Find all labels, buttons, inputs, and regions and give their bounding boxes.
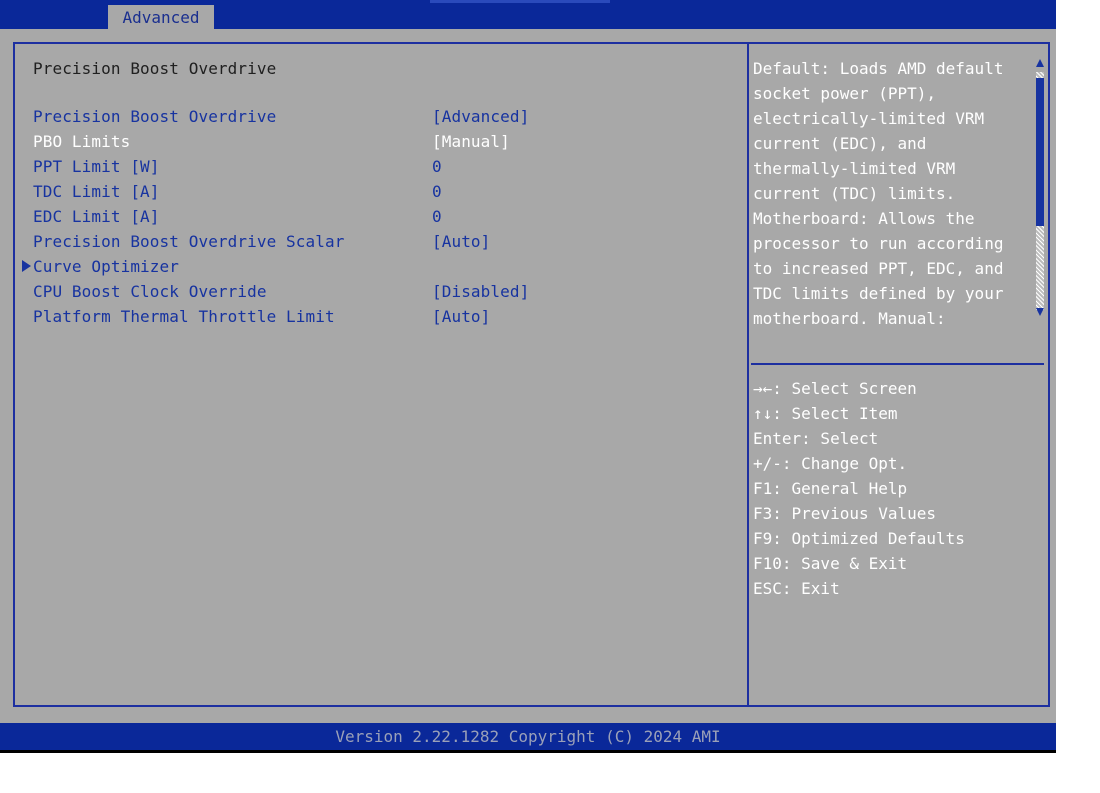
help-line: socket power (PPT), (753, 84, 937, 103)
help-line: TDC limits defined by your (753, 284, 1004, 303)
setting-label-thermal-throttle[interactable]: Platform Thermal Throttle Limit (33, 307, 335, 327)
setting-value-pbo[interactable]: [Advanced] (432, 107, 529, 127)
help-line: to increased PPT, EDC, and (753, 259, 1004, 278)
key-help-line: F10: Save & Exit (753, 554, 908, 573)
key-help-line: F3: Previous Values (753, 504, 937, 523)
setting-value-edc-limit[interactable]: 0 (432, 207, 442, 227)
setting-value-thermal-throttle[interactable]: [Auto] (432, 307, 490, 327)
setting-label-ppt-limit[interactable]: PPT Limit [W] (33, 157, 160, 177)
setting-value-cpu-boost-clock[interactable]: [Disabled] (432, 282, 529, 302)
setting-label-tdc-limit[interactable]: TDC Limit [A] (33, 182, 160, 202)
footer-version-text: Version 2.22.1282 Copyright (C) 2024 AMI (335, 727, 721, 746)
setting-value-pbo-scalar[interactable]: [Auto] (432, 232, 490, 252)
key-help-line: Enter: Select (753, 429, 879, 448)
top-title-stub (430, 0, 610, 3)
setting-label-cpu-boost-clock[interactable]: CPU Boost Clock Override (33, 282, 267, 302)
setting-label-edc-limit[interactable]: EDC Limit [A] (33, 207, 160, 227)
setting-value-ppt-limit[interactable]: 0 (432, 157, 442, 177)
key-help-line: →←: Select Screen (753, 379, 917, 398)
scroll-up-arrow-icon[interactable] (1036, 59, 1044, 67)
key-help-line: ESC: Exit (753, 579, 840, 598)
setting-value-tdc-limit[interactable]: 0 (432, 182, 442, 202)
scrollbar-thumb[interactable] (1036, 78, 1044, 226)
setting-label-pbo[interactable]: Precision Boost Overdrive (33, 107, 276, 127)
help-line: Default: Loads AMD default (753, 59, 1004, 78)
help-line: current (TDC) limits. (753, 184, 956, 203)
help-line: thermally-limited VRM (753, 159, 956, 178)
key-help-line: +/-: Change Opt. (753, 454, 908, 473)
help-separator (751, 363, 1044, 365)
bios-screen: Advanced Precision Boost Overdrive Preci… (0, 0, 1056, 753)
panel-divider (747, 42, 749, 707)
help-line: Motherboard: Allows the (753, 209, 975, 228)
help-line: processor to run according (753, 234, 1004, 253)
section-title: Precision Boost Overdrive (33, 59, 277, 78)
key-help-line: F1: General Help (753, 479, 908, 498)
help-line: electrically-limited VRM (753, 109, 985, 128)
tab-advanced[interactable]: Advanced (108, 5, 214, 29)
submenu-curve-optimizer[interactable]: Curve Optimizer (33, 257, 179, 277)
help-line: current (EDC), and (753, 134, 927, 153)
key-help-line: ↑↓: Select Item (753, 404, 898, 423)
bottom-edge (0, 750, 1056, 753)
scroll-down-arrow-icon[interactable] (1036, 308, 1044, 316)
setting-label-pbo-limits[interactable]: PBO Limits (33, 132, 130, 152)
setting-label-pbo-scalar[interactable]: Precision Boost Overdrive Scalar (33, 232, 344, 252)
help-line: motherboard. Manual: (753, 309, 946, 328)
setting-value-pbo-limits[interactable]: [Manual] (432, 132, 510, 152)
key-help-line: F9: Optimized Defaults (753, 529, 965, 548)
triangle-right-icon (22, 260, 31, 272)
